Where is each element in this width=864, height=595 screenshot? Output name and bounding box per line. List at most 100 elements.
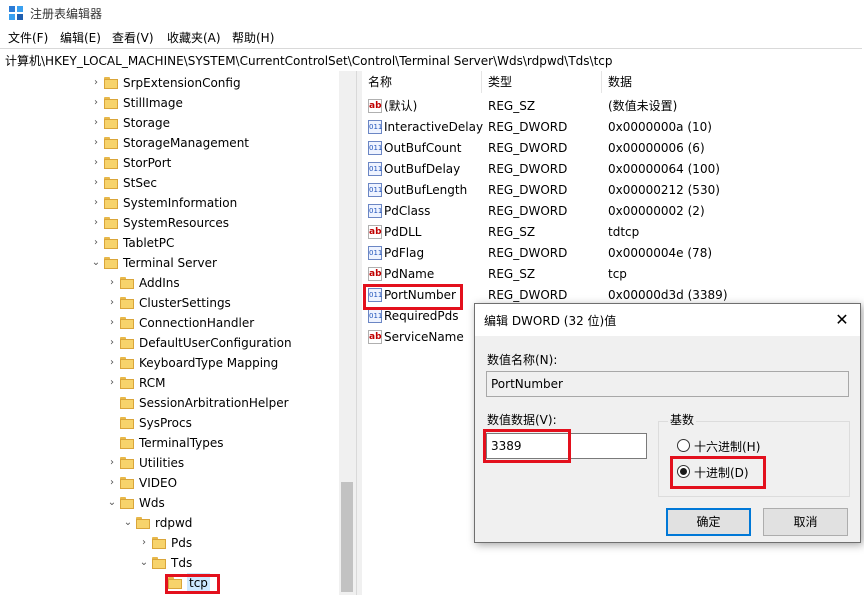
chevron-down-icon[interactable]: ⌄ — [139, 553, 149, 573]
tree-item[interactable]: TerminalTypes — [0, 433, 339, 453]
tree-item[interactable]: › StorageManagement — [0, 133, 339, 153]
tree-item[interactable]: › SystemResources — [0, 213, 339, 233]
menu-file[interactable]: 文件(F) — [8, 29, 48, 46]
cell-data: (数值未设置) — [608, 99, 678, 113]
chevron-right-icon[interactable]: › — [107, 353, 117, 373]
column-header-type[interactable]: 类型 — [482, 71, 602, 93]
chevron-right-icon[interactable]: › — [91, 233, 101, 253]
menu-edit[interactable]: 编辑(E) — [60, 29, 101, 46]
ok-button[interactable]: 确定 — [666, 508, 751, 536]
list-item[interactable]: 011 OutBufDelay REG_DWORD 0x00000064 (100) — [362, 159, 864, 180]
tree-item[interactable]: › VIDEO — [0, 473, 339, 493]
dialog-title: 编辑 DWORD (32 位)值 — [484, 314, 617, 328]
tree-item[interactable]: SysProcs — [0, 413, 339, 433]
menu-help[interactable]: 帮助(H) — [232, 29, 274, 46]
folder-icon — [104, 257, 118, 269]
chevron-right-icon[interactable]: › — [107, 293, 117, 313]
chevron-right-icon[interactable]: › — [107, 373, 117, 393]
chevron-right-icon[interactable]: › — [91, 173, 101, 193]
chevron-right-icon[interactable]: › — [91, 73, 101, 93]
tree-item[interactable]: › SrpExtensionConfig — [0, 73, 339, 93]
cell-type: REG_DWORD — [488, 204, 568, 218]
tree-item-label: Storage — [123, 116, 170, 130]
list-item[interactable]: 011 OutBufLength REG_DWORD 0x00000212 (530) — [362, 180, 864, 201]
column-header-name[interactable]: 名称 — [362, 71, 482, 93]
decimal-radio[interactable] — [677, 465, 690, 478]
chevron-down-icon[interactable]: ⌄ — [107, 493, 117, 513]
chevron-right-icon[interactable]: › — [107, 333, 117, 353]
tree-item-label: StillImage — [123, 96, 183, 110]
tree-item[interactable]: › SystemInformation — [0, 193, 339, 213]
list-item[interactable]: ab PdName REG_SZ tcp — [362, 264, 864, 285]
tree-item[interactable]: › KeyboardType Mapping — [0, 353, 339, 373]
tree-item-label: StorPort — [123, 156, 172, 170]
tree-item[interactable]: tcp — [0, 573, 339, 593]
tree-item[interactable]: › Pds — [0, 533, 339, 553]
folder-icon — [120, 357, 134, 369]
tree-item[interactable]: › StSec — [0, 173, 339, 193]
menu-favorites[interactable]: 收藏夹(A) — [167, 29, 221, 46]
dword-value-icon: 011 — [368, 162, 382, 176]
tree-scrollbar-thumb[interactable] — [341, 482, 353, 592]
value-data-input[interactable]: 3389 — [486, 433, 647, 459]
chevron-right-icon[interactable]: › — [91, 213, 101, 233]
list-item[interactable]: 011 OutBufCount REG_DWORD 0x00000006 (6) — [362, 138, 864, 159]
decimal-radio-label[interactable]: 十进制(D) — [694, 464, 749, 481]
hex-radio[interactable] — [677, 439, 690, 452]
list-item[interactable]: 011 PdClass REG_DWORD 0x00000002 (2) — [362, 201, 864, 222]
list-item[interactable]: 011 PdFlag REG_DWORD 0x0000004e (78) — [362, 243, 864, 264]
address-bar[interactable]: 计算机\HKEY_LOCAL_MACHINE\SYSTEM\CurrentCon… — [0, 48, 862, 72]
hex-radio-label[interactable]: 十六进制(H) — [694, 438, 760, 455]
chevron-right-icon[interactable]: › — [107, 473, 117, 493]
tree-item[interactable]: › StillImage — [0, 93, 339, 113]
tree-item[interactable]: ⌄ rdpwd — [0, 513, 339, 533]
tree-item[interactable]: ⌄ Tds — [0, 553, 339, 573]
cell-data: 0x00000006 (6) — [608, 141, 705, 155]
chevron-down-icon[interactable]: ⌄ — [91, 253, 101, 273]
cancel-button[interactable]: 取消 — [763, 508, 848, 536]
edit-dword-dialog: 编辑 DWORD (32 位)值 ✕ 数值名称(N): PortNumber 数… — [474, 303, 861, 543]
menu-view[interactable]: 查看(V) — [112, 29, 154, 46]
cell-data: 0x00000064 (100) — [608, 162, 720, 176]
folder-icon — [104, 197, 118, 209]
cell-name: PdFlag — [384, 246, 425, 260]
close-icon[interactable]: ✕ — [830, 308, 854, 332]
tree-item[interactable]: › DefaultUserConfiguration — [0, 333, 339, 353]
chevron-right-icon[interactable]: › — [107, 273, 117, 293]
chevron-right-icon[interactable]: › — [107, 453, 117, 473]
tree-item[interactable]: › RCM — [0, 373, 339, 393]
list-item[interactable]: ab PdDLL REG_SZ tdtcp — [362, 222, 864, 243]
list-header: 名称 类型 数据 — [362, 71, 864, 93]
tree-item-label: rdpwd — [155, 516, 193, 530]
address-path[interactable]: 计算机\HKEY_LOCAL_MACHINE\SYSTEM\CurrentCon… — [5, 52, 613, 69]
chevron-down-icon[interactable]: ⌄ — [123, 513, 133, 533]
tree-item-label: RCM — [139, 376, 166, 390]
tree-item[interactable]: › ConnectionHandler — [0, 313, 339, 333]
tree-item[interactable]: › StorPort — [0, 153, 339, 173]
value-name-field: PortNumber — [486, 371, 849, 397]
chevron-right-icon[interactable]: › — [91, 133, 101, 153]
registry-tree[interactable]: › SrpExtensionConfig › StillImage › Storage › S… — [0, 71, 356, 595]
tree-item-label: SystemInformation — [123, 196, 238, 210]
chevron-right-icon[interactable]: › — [107, 313, 117, 333]
tree-item[interactable]: SessionArbitrationHelper — [0, 393, 339, 413]
chevron-right-icon[interactable]: › — [91, 153, 101, 173]
tree-item[interactable]: › AddIns — [0, 273, 339, 293]
tree-item[interactable]: › Storage — [0, 113, 339, 133]
tree-item[interactable]: ⌄ Wds — [0, 493, 339, 513]
chevron-right-icon[interactable]: › — [91, 93, 101, 113]
tree-item-label: Terminal Server — [123, 256, 217, 270]
chevron-right-icon[interactable]: › — [91, 193, 101, 213]
chevron-right-icon[interactable]: › — [139, 533, 149, 553]
list-item[interactable]: 011 InteractiveDelay REG_DWORD 0x0000000a (… — [362, 117, 864, 138]
cell-data: 0x00000212 (530) — [608, 183, 720, 197]
chevron-right-icon[interactable]: › — [91, 113, 101, 133]
cell-name: OutBufDelay — [384, 162, 461, 176]
tree-item[interactable]: › Utilities — [0, 453, 339, 473]
tree-item[interactable]: ⌄ Terminal Server — [0, 253, 339, 273]
dword-value-icon: 011 — [368, 183, 382, 197]
column-header-data[interactable]: 数据 — [602, 71, 864, 93]
list-item[interactable]: ab (默认) REG_SZ (数值未设置) — [362, 96, 864, 117]
tree-item[interactable]: › TabletPC — [0, 233, 339, 253]
tree-item[interactable]: › ClusterSettings — [0, 293, 339, 313]
